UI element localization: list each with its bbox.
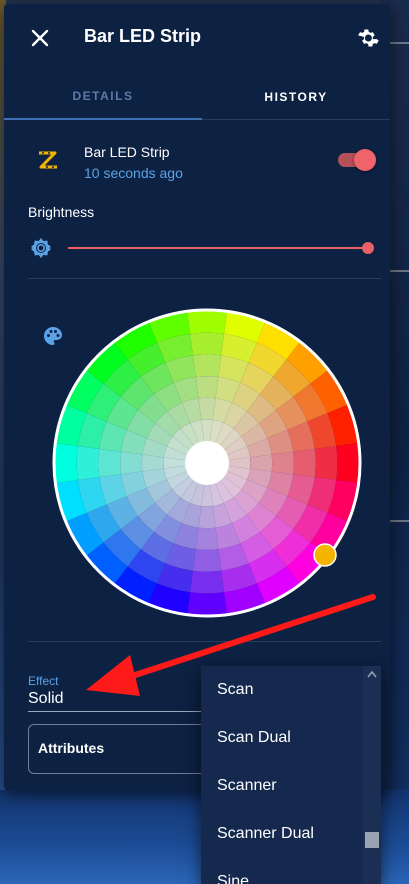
menu-item-scan[interactable]: Scan	[201, 666, 363, 714]
brightness-label: Brightness	[28, 204, 95, 220]
close-icon	[31, 29, 49, 47]
tab-bar: DETAILS HISTORY	[4, 74, 390, 120]
led-strip-icon	[39, 151, 57, 169]
brightness-icon	[31, 238, 51, 258]
tab-history[interactable]: HISTORY	[202, 74, 390, 120]
effect-select[interactable]: Effect Solid	[28, 666, 228, 712]
menu-item-scanner-dual[interactable]: Scanner Dual	[201, 810, 363, 858]
dialog-header: Bar LED Strip	[4, 4, 390, 70]
wheel-center	[185, 441, 229, 485]
entity-name: Bar LED Strip	[84, 144, 170, 160]
divider	[28, 641, 381, 642]
settings-button[interactable]	[354, 24, 382, 52]
menu-item-scanner[interactable]: Scanner	[201, 762, 363, 810]
slider-knob[interactable]	[362, 242, 374, 254]
menu-item-scan-dual[interactable]: Scan Dual	[201, 714, 363, 762]
color-wheel[interactable]	[52, 308, 362, 618]
scroll-up-icon[interactable]	[367, 670, 377, 678]
slider-rail	[68, 247, 368, 249]
toggle-thumb	[354, 149, 376, 171]
brightness-slider[interactable]	[68, 238, 374, 258]
entity-last-changed[interactable]: 10 seconds ago	[84, 165, 183, 181]
divider	[28, 278, 381, 279]
effect-label: Effect	[28, 674, 59, 688]
entity-row: Bar LED Strip 10 seconds ago	[4, 134, 390, 194]
gear-icon	[358, 29, 379, 47]
color-marker[interactable]	[313, 543, 337, 567]
menu-scrollbar[interactable]	[363, 666, 381, 884]
effect-underline	[28, 711, 228, 712]
menu-item-sine[interactable]: Sine	[201, 858, 363, 884]
tab-details[interactable]: DETAILS	[4, 74, 202, 120]
effect-menu: Scan Scan Dual Scanner Scanner Dual Sine	[201, 666, 381, 884]
attributes-label: Attributes	[38, 740, 105, 756]
close-button[interactable]	[26, 24, 54, 52]
effect-value: Solid	[28, 690, 64, 707]
entity-toggle[interactable]	[338, 149, 376, 171]
dialog-title: Bar LED Strip	[84, 26, 202, 46]
scrollbar-thumb[interactable]	[365, 832, 379, 848]
